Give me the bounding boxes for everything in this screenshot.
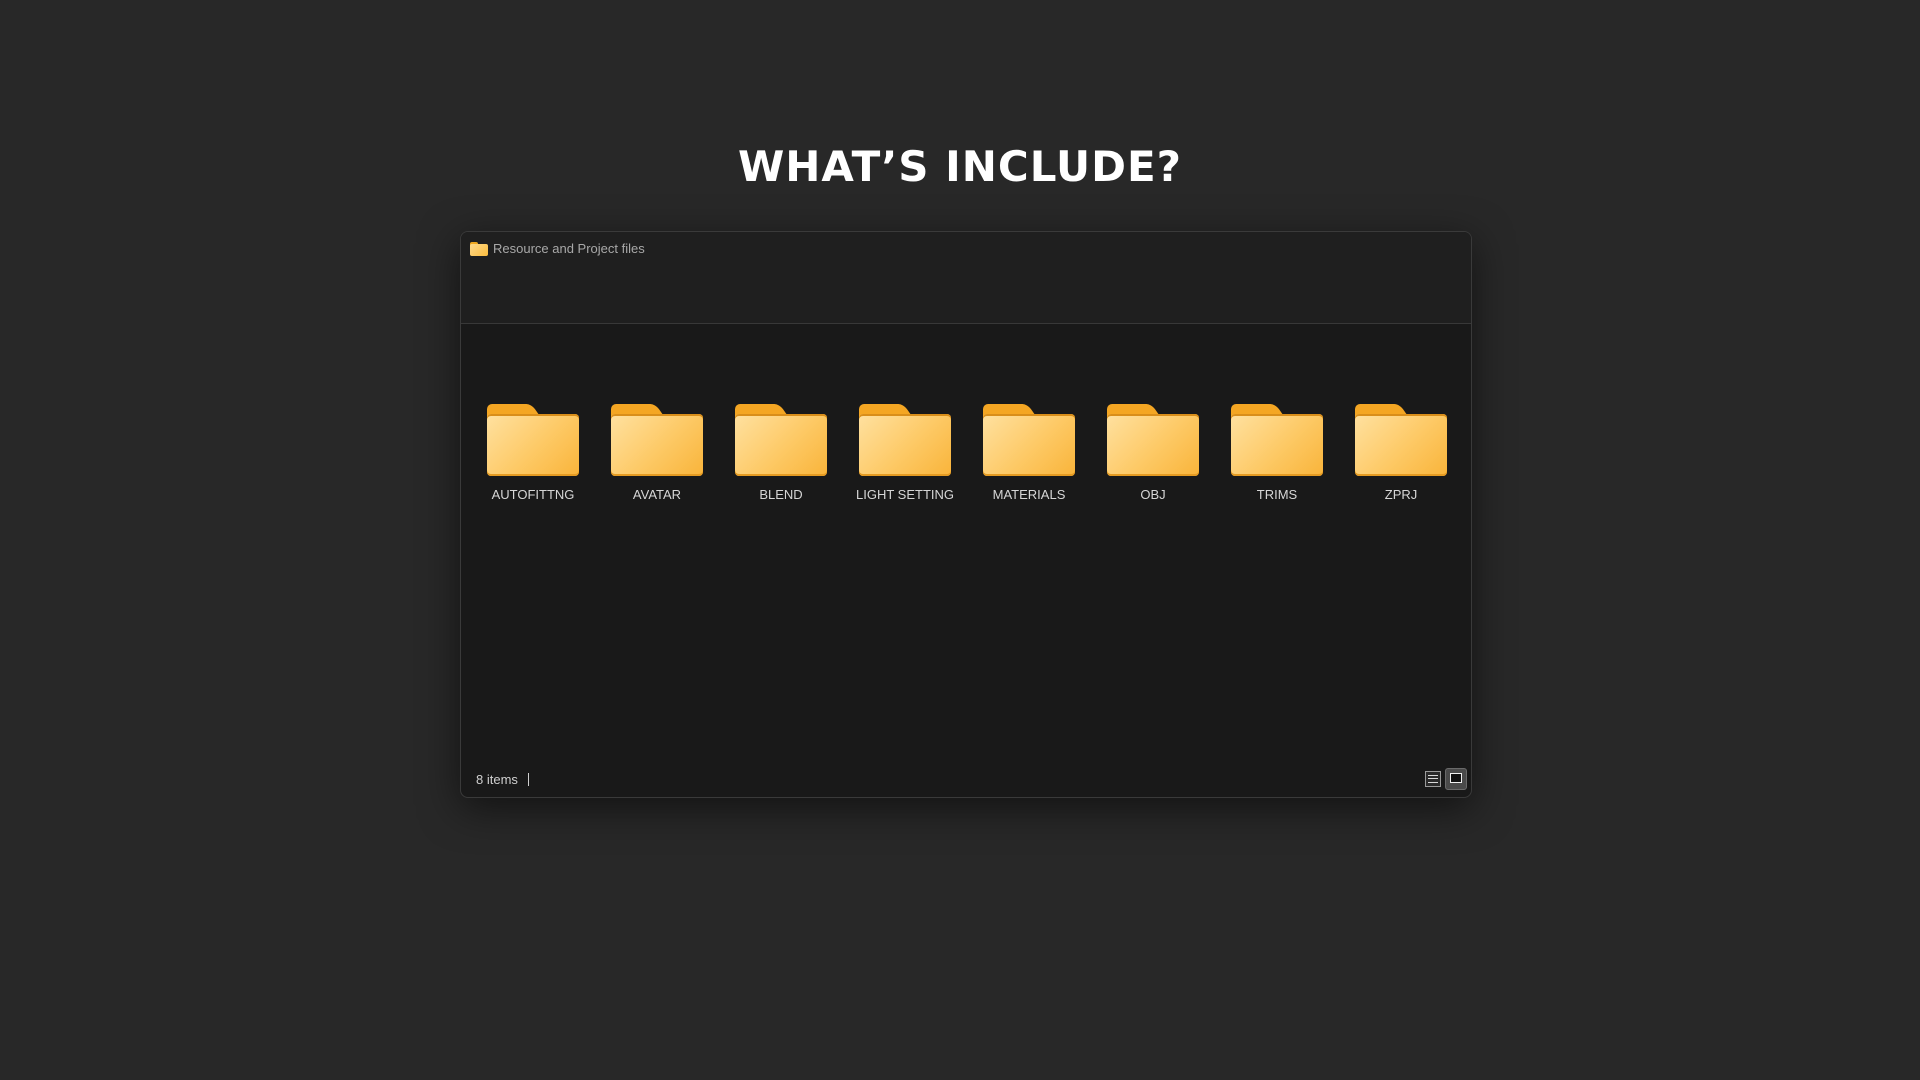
folder-icon (487, 404, 579, 476)
folder-label: MATERIALS (992, 487, 1066, 502)
page-title: WHAT’S INCLUDE? (737, 142, 1183, 191)
folder-item[interactable]: BLEND (735, 404, 827, 502)
details-view-button[interactable] (1425, 771, 1441, 787)
folder-item[interactable]: ZPRJ (1355, 404, 1447, 502)
folder-icon (1107, 404, 1199, 476)
breadcrumb[interactable]: Resource and Project files (470, 241, 645, 256)
folder-label: BLEND (759, 487, 803, 502)
folder-label: ZPRJ (1384, 487, 1418, 502)
folder-icon (859, 404, 951, 476)
folder-item[interactable]: AVATAR (611, 404, 703, 502)
folder-item[interactable]: MATERIALS (983, 404, 1075, 502)
file-explorer-window: Resource and Project files AUTOFITTNG AV… (460, 231, 1472, 798)
folder-icon (1355, 404, 1447, 476)
large-icons-view-icon (1450, 773, 1462, 783)
folder-icon (735, 404, 827, 476)
folder-item[interactable]: LIGHT SETTING (856, 404, 954, 502)
folder-icon (470, 241, 488, 256)
item-count: 8 items (476, 772, 518, 787)
large-icons-view-button[interactable] (1445, 768, 1467, 790)
folder-label: OBJ (1140, 487, 1166, 502)
breadcrumb-label: Resource and Project files (493, 241, 645, 256)
folder-item[interactable]: TRIMS (1231, 404, 1323, 502)
status-divider (528, 773, 529, 786)
list-lines-icon (1428, 781, 1438, 783)
window-header: Resource and Project files (461, 232, 1471, 324)
folder-label: AUTOFITTNG (491, 487, 575, 502)
folder-item[interactable]: AUTOFITTNG (487, 404, 579, 502)
list-lines-icon (1428, 778, 1438, 780)
status-bar: 8 items (461, 761, 1471, 797)
folder-label: TRIMS (1256, 487, 1298, 502)
list-lines-icon (1428, 775, 1438, 777)
folder-icon (983, 404, 1075, 476)
folder-icon (611, 404, 703, 476)
folder-grid: AUTOFITTNG AVATAR BLEND LIGHT SETTING MA… (487, 404, 1447, 502)
folder-icon (1231, 404, 1323, 476)
folder-item[interactable]: OBJ (1107, 404, 1199, 502)
folder-label: LIGHT SETTING (856, 487, 954, 502)
folder-label: AVATAR (632, 487, 682, 502)
